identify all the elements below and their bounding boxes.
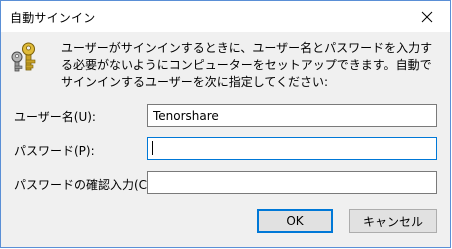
- keys-icon: [11, 42, 36, 72]
- username-input[interactable]: [147, 104, 437, 127]
- window-title: 自動サインイン: [10, 11, 96, 25]
- title-bar[interactable]: 自動サインイン: [1, 1, 450, 32]
- text-caret: [152, 141, 153, 155]
- password-label: パスワード(P):: [14, 144, 95, 158]
- username-label: ユーザー名(U):: [14, 110, 96, 124]
- password-input[interactable]: [147, 137, 437, 160]
- close-icon: [421, 11, 433, 22]
- confirm-password-input[interactable]: [147, 171, 437, 194]
- auto-signin-dialog: 自動サインイン ユーザーがサインインするときに、ユーザー名とパスワードを入力する…: [0, 0, 451, 248]
- close-button[interactable]: [404, 1, 450, 32]
- confirm-password-label: パスワードの確認入力(C):: [14, 178, 156, 192]
- description-text: ユーザーがサインインするときに、ユーザー名とパスワードを入力する必要がないように…: [61, 41, 433, 89]
- ok-button[interactable]: OK: [257, 209, 333, 233]
- cancel-button[interactable]: キャンセル: [349, 209, 437, 233]
- dialog-body: ユーザーがサインインするときに、ユーザー名とパスワードを入力する必要がないように…: [1, 32, 450, 247]
